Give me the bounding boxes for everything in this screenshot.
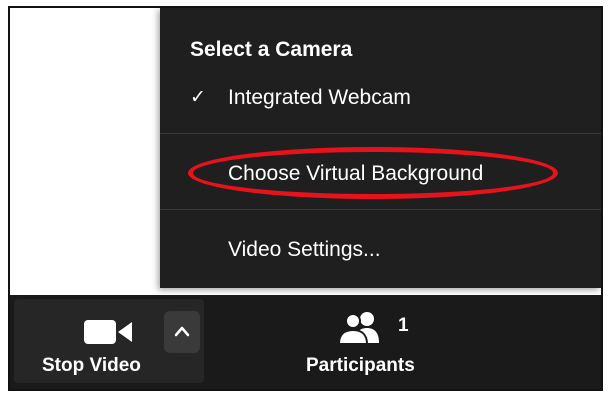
stop-video-label: Stop Video (42, 355, 141, 376)
menu-item-video-settings[interactable]: Video Settings... (160, 228, 601, 272)
participants-icon (338, 312, 379, 345)
participants-label: Participants (306, 355, 415, 376)
stop-video-button[interactable]: Stop Video (14, 299, 204, 383)
meeting-toolbar: Stop Video 1 Participants (10, 295, 601, 389)
menu-item-label: Choose Virtual Background (228, 162, 484, 185)
checkmark-icon: ✓ (190, 87, 206, 108)
video-camera-icon (84, 320, 132, 344)
meeting-window: Select a Camera ✓ Integrated Webcam Choo… (8, 6, 603, 391)
menu-item-label: Video Settings... (228, 238, 381, 261)
menu-divider (160, 133, 601, 134)
participants-button[interactable]: 1 Participants (278, 299, 458, 383)
video-options-button[interactable] (164, 311, 200, 353)
menu-item-choose-virtual-background[interactable]: Choose Virtual Background (160, 152, 601, 196)
chevron-up-icon (174, 326, 190, 337)
menu-item-label: Integrated Webcam (228, 86, 411, 109)
camera-menu: Select a Camera ✓ Integrated Webcam Choo… (160, 8, 601, 288)
participant-count: 1 (398, 315, 409, 336)
menu-divider (160, 209, 601, 210)
camera-menu-header: Select a Camera (190, 38, 353, 61)
menu-item-integrated-webcam[interactable]: ✓ Integrated Webcam (160, 76, 601, 120)
